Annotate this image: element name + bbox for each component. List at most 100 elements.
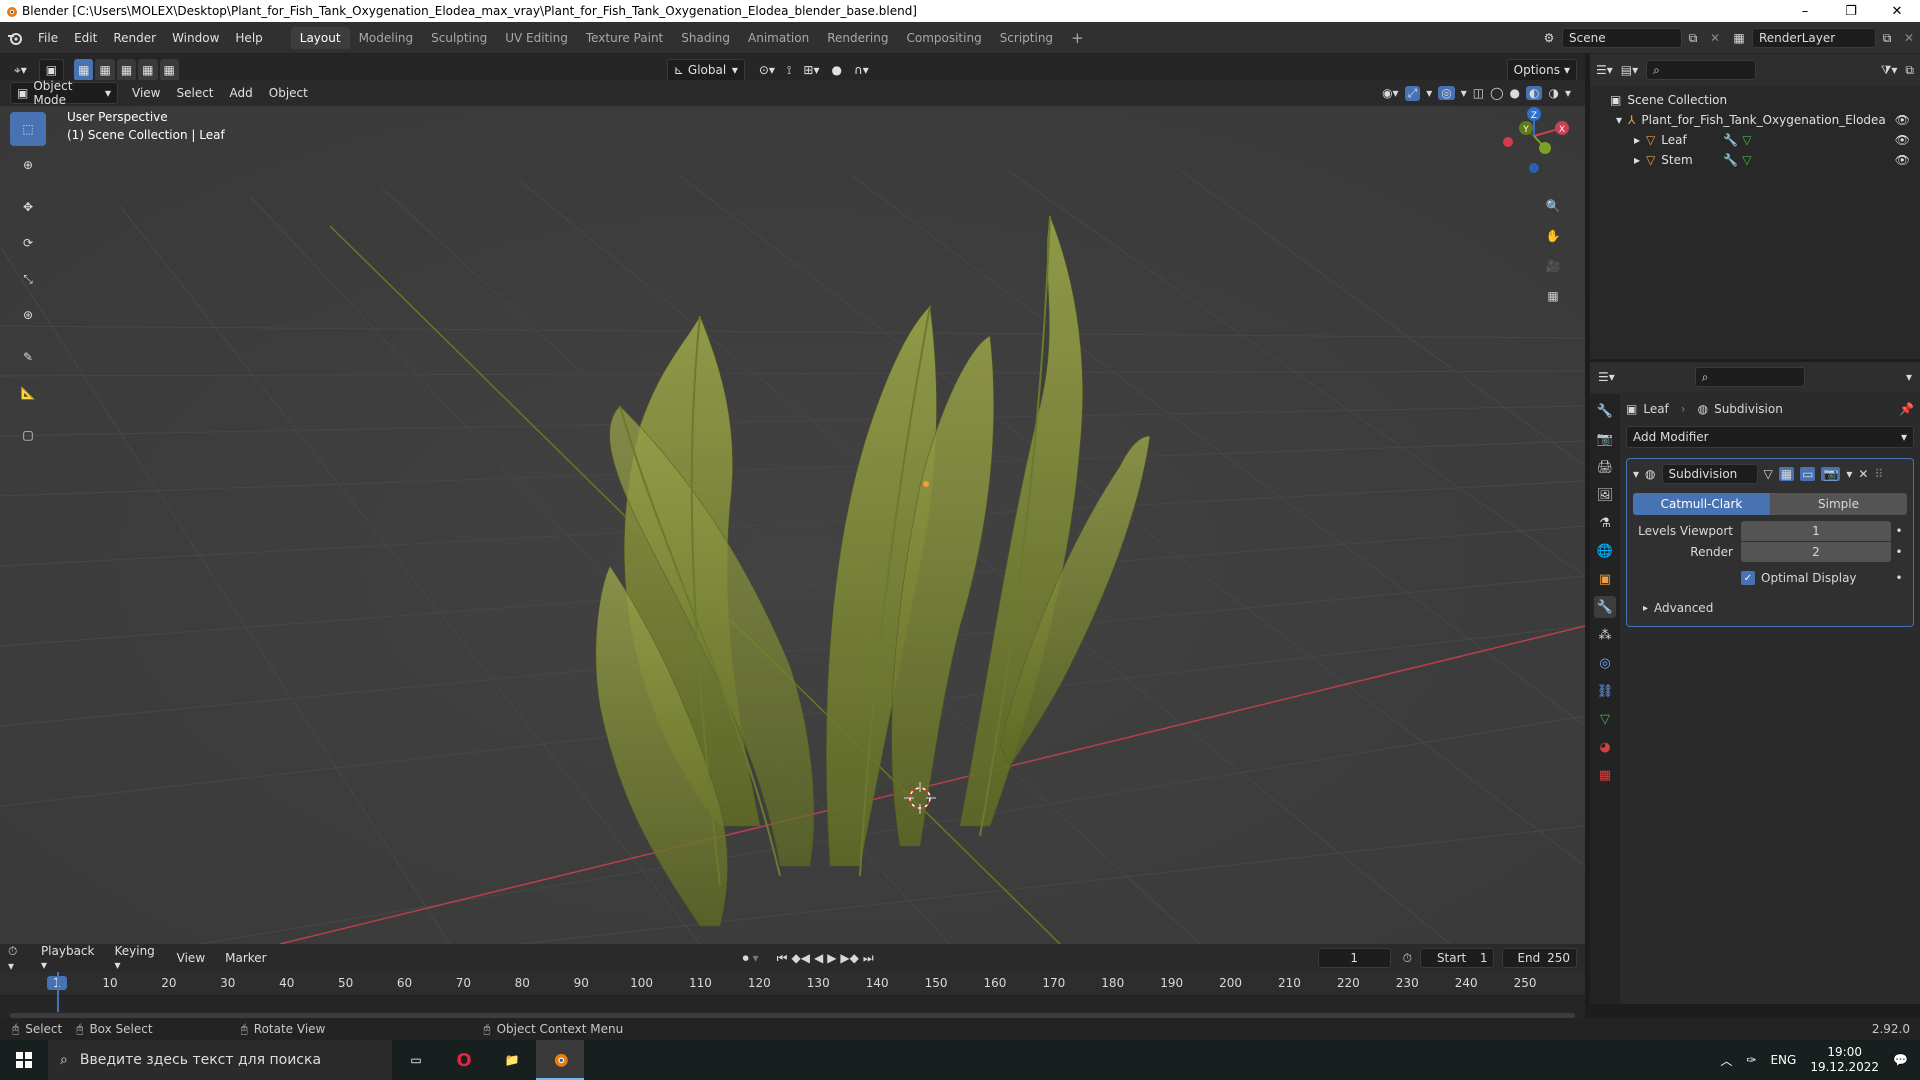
tab-compositing[interactable]: Compositing <box>897 27 990 49</box>
tab-layout[interactable]: Layout <box>290 26 350 49</box>
pivot-icon[interactable]: ⊙▾ <box>753 59 781 81</box>
constraints-tab-icon[interactable]: ⛓ <box>1594 680 1616 702</box>
render-tab-icon[interactable]: 📷 <box>1594 428 1616 450</box>
select-mode-buttons[interactable]: ▦ ▦ ▦ ▦ ▦ <box>74 59 179 81</box>
catmull-clark-button[interactable]: Catmull-Clark <box>1633 493 1770 515</box>
gizmo-toggle-icon[interactable]: ⤢ <box>1404 85 1421 101</box>
tab-rendering[interactable]: Rendering <box>818 27 897 49</box>
keyframe-dot-icon[interactable]: • <box>1891 545 1907 559</box>
modifier-wrench-icon[interactable]: 🔧 <box>1723 133 1738 147</box>
viewport-toggle-icon[interactable]: ▭ <box>1800 467 1816 481</box>
edit-mode-toggle-icon[interactable]: ▽ <box>1764 467 1773 481</box>
menu-help[interactable]: Help <box>227 31 270 45</box>
mesh-data-icon[interactable]: ▽ <box>1742 153 1751 167</box>
remove-modifier-icon[interactable]: ✕ <box>1858 467 1868 481</box>
camera-view-icon[interactable]: 🎥 <box>1541 254 1565 278</box>
filter-icon[interactable]: ⧩▾ <box>1881 63 1898 78</box>
cage-toggle-icon[interactable]: ▦ <box>1778 467 1795 481</box>
editor-type-icon[interactable]: ⌖▾ <box>8 59 33 81</box>
expand-arrow-icon[interactable]: ▸ <box>1634 133 1640 147</box>
opera-icon[interactable]: O <box>440 1050 488 1071</box>
blender-menu-icon[interactable] <box>0 30 30 46</box>
physics-tab-icon[interactable]: ◎ <box>1594 652 1616 674</box>
visibility-eye-icon[interactable]: 👁 <box>1895 133 1910 147</box>
scene-tab-icon[interactable]: ⚗ <box>1594 512 1616 534</box>
expand-arrow-icon[interactable]: ▸ <box>1634 153 1640 167</box>
visibility-eye-icon[interactable]: 👁 <box>1895 153 1910 167</box>
view-layer-tab-icon[interactable]: 🖼 <box>1594 484 1616 506</box>
data-tab-icon[interactable]: ▽ <box>1594 708 1616 730</box>
visibility-icon[interactable]: ◉▾ <box>1382 86 1399 100</box>
select-invert-icon[interactable]: ▦ <box>138 59 158 81</box>
file-explorer-icon[interactable]: 📁 <box>488 1053 536 1067</box>
rotate-tool-icon[interactable]: ⟳ <box>10 226 46 260</box>
expand-arrow-icon[interactable]: ▾ <box>1616 113 1622 127</box>
outliner-search[interactable]: ⌕ <box>1646 60 1757 80</box>
outliner-editor-icon[interactable]: ☰▾ <box>1596 63 1613 77</box>
select-new-icon[interactable]: ▦ <box>74 59 94 81</box>
snap-icon[interactable]: ⟟ <box>781 59 797 81</box>
properties-editor-icon[interactable]: ☰▾ <box>1598 370 1615 384</box>
record-options-icon[interactable]: ▾ <box>753 951 759 965</box>
taskbar-search[interactable]: ⌕ Введите здесь текст для поиска <box>48 1040 392 1080</box>
rendered-shading-icon[interactable]: ◑ <box>1548 86 1558 100</box>
blender-taskbar-icon[interactable] <box>536 1040 584 1080</box>
solid-shading-icon[interactable]: ● <box>1510 86 1520 100</box>
select-tool-icon[interactable]: ▣ <box>38 59 65 81</box>
tab-sculpting[interactable]: Sculpting <box>422 27 496 49</box>
shading-options-icon[interactable]: ▾ <box>1565 86 1571 100</box>
timeline-menu-keying[interactable]: Keying ▾ <box>106 944 164 972</box>
stopwatch-icon[interactable]: ⏱ <box>1403 951 1412 966</box>
pin-icon[interactable]: 📌 <box>1899 402 1914 416</box>
add-workspace-button[interactable]: + <box>1062 25 1093 51</box>
measure-tool-icon[interactable]: 📐 <box>10 376 46 410</box>
scale-tool-icon[interactable]: ⤡ <box>10 262 46 296</box>
material-shading-icon[interactable]: ◐ <box>1526 86 1543 100</box>
menu-edit[interactable]: Edit <box>66 31 105 45</box>
world-tab-icon[interactable]: 🌐 <box>1594 540 1616 562</box>
keyframe-dot-icon[interactable]: • <box>1891 571 1907 585</box>
tab-scripting[interactable]: Scripting <box>991 27 1062 49</box>
annotate-tool-icon[interactable]: ✎ <box>10 340 46 374</box>
start-frame-field[interactable]: Start 1 <box>1419 948 1495 968</box>
transform-tool-icon[interactable]: ⊛ <box>10 298 46 332</box>
keyframe-dot-icon[interactable]: • <box>1891 524 1907 538</box>
new-scene-icon[interactable]: ⧉ <box>1682 31 1704 46</box>
transform-orientation-dropdown[interactable]: ⊾ Global ▾ <box>666 59 745 81</box>
select-box-tool-icon[interactable]: ⬚ <box>10 112 46 146</box>
play-icon[interactable]: ▶ <box>827 951 836 965</box>
remove-layer-icon[interactable]: ✕ <box>1898 31 1920 45</box>
add-cube-tool-icon[interactable]: ▢ <box>10 418 46 452</box>
notifications-icon[interactable]: 💬 <box>1893 1053 1908 1067</box>
move-tool-icon[interactable]: ✥ <box>10 190 46 224</box>
texture-tab-icon[interactable]: ▦ <box>1594 764 1616 786</box>
pan-hand-icon[interactable]: ✋ <box>1541 224 1565 248</box>
mesh-data-icon[interactable]: ▽ <box>1742 133 1751 147</box>
display-mode-icon[interactable]: ▤▾ <box>1621 63 1638 77</box>
outliner-row-scene-collection[interactable]: ▣ Scene Collection <box>1590 90 1920 110</box>
timeline-editor-icon[interactable]: ⏱▾ <box>8 944 21 973</box>
jump-prev-keyframe-icon[interactable]: ◆◀ <box>791 951 809 965</box>
play-reverse-icon[interactable]: ◀ <box>814 951 823 965</box>
3d-viewport[interactable]: User Perspective (1) Scene Collection | … <box>0 106 1585 944</box>
windows-start-icon[interactable] <box>0 1040 48 1080</box>
close-button[interactable]: ✕ <box>1874 0 1920 22</box>
falloff-icon[interactable]: ∩▾ <box>848 59 875 81</box>
select-subtract-icon[interactable]: ▦ <box>116 59 137 81</box>
jump-next-keyframe-icon[interactable]: ▶◆ <box>840 951 858 965</box>
select-intersect-icon[interactable]: ▦ <box>159 59 179 81</box>
properties-options-icon[interactable]: ▾ <box>1906 370 1912 384</box>
new-collection-icon[interactable]: ⧉ <box>1905 63 1914 78</box>
tab-uv-editing[interactable]: UV Editing <box>496 27 577 49</box>
tab-shading[interactable]: Shading <box>672 27 739 49</box>
scene-icon[interactable]: ⚙ <box>1536 31 1562 45</box>
modifier-name-field[interactable]: Subdivision <box>1661 464 1758 484</box>
tool-tab-icon[interactable]: 🔧 <box>1594 400 1616 422</box>
advanced-subpanel[interactable]: ▸ Advanced <box>1633 598 1907 618</box>
zoom-icon[interactable]: 🔍 <box>1541 194 1565 218</box>
xray-icon[interactable]: ◫ <box>1473 86 1484 100</box>
outliner-row-leaf[interactable]: ▸ ▽ Leaf 🔧 ▽ 👁 <box>1590 130 1920 150</box>
overlay-toggle-icon[interactable]: ◎ <box>1438 86 1455 100</box>
add-modifier-dropdown[interactable]: Add Modifier ▾ <box>1626 426 1914 448</box>
navigation-gizmo[interactable]: Z X Y <box>1490 106 1570 178</box>
